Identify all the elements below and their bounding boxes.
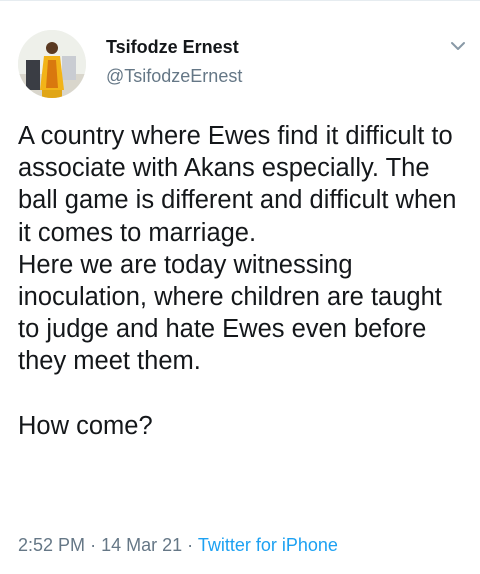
top-divider xyxy=(0,0,480,1)
tweet-text: A country where Ewes find it difficult t… xyxy=(18,122,457,440)
tweet-metadata: 2:52 PM · 14 Mar 21 · Twitter for iPhone xyxy=(18,534,338,556)
meta-separator: · xyxy=(90,535,97,555)
meta-separator: · xyxy=(187,535,194,555)
author-block: Tsifodze Ernest @TsifodzeErnest xyxy=(106,36,242,87)
source-link[interactable]: Twitter for iPhone xyxy=(198,535,338,555)
avatar[interactable] xyxy=(18,30,86,98)
tweet-time[interactable]: 2:52 PM xyxy=(18,535,85,555)
display-name[interactable]: Tsifodze Ernest xyxy=(106,36,242,58)
tweet-date[interactable]: 14 Mar 21 xyxy=(101,535,182,555)
chevron-down-icon[interactable] xyxy=(448,36,468,56)
username-handle[interactable]: @TsifodzeErnest xyxy=(106,65,242,87)
tweet-header: Tsifodze Ernest @TsifodzeErnest xyxy=(18,30,468,102)
profile-photo-icon xyxy=(18,30,86,98)
